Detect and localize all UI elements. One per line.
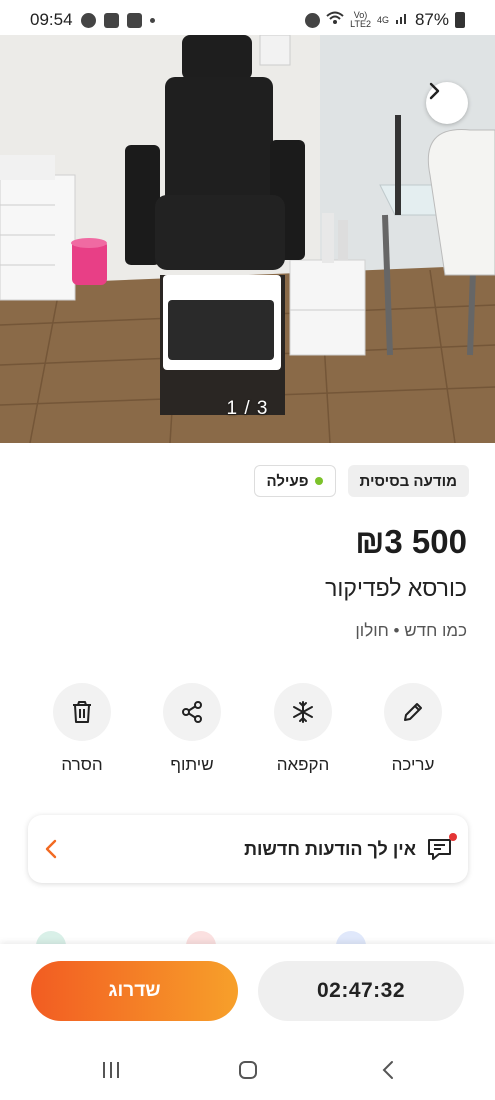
back-icon [382,1061,393,1079]
recent-apps-button[interactable] [100,1058,122,1082]
home-button[interactable] [237,1058,259,1082]
more-notifications-icon [149,17,155,23]
listing-meta: כמו חדש • חולון [355,621,467,640]
chat-icon [426,833,457,862]
wifi-icon [326,10,344,30]
recent-apps-icon [103,1062,119,1078]
messages-card-text: אין לך הודעות חדשות [244,838,416,859]
active-status-dot [314,477,323,485]
edit-button[interactable]: עריכה [373,683,453,775]
network-type: 4G [376,14,389,25]
messages-card[interactable]: אין לך הודעות חדשות [28,815,468,883]
system-navigation-bar [0,1038,495,1100]
share-icon [182,701,202,723]
status-badge: פעילה [253,465,336,497]
battery-icon [455,12,465,28]
listing-title: כורסא לפדיקור [325,575,467,601]
status-bar: 09:54 Vo) LTE2 4G 87% [0,0,495,40]
freeze-button-label: הקפאה [276,755,330,774]
home-icon [239,1061,257,1079]
listing-badges: מודעה בסיסית פעילה [253,465,469,497]
bottom-action-bar: שדרוג 02:47:32 [0,944,495,1038]
upgrade-button[interactable]: שדרוג [31,961,238,1021]
next-section-peek [0,925,495,945]
trash-icon [73,701,91,723]
notification-app-icon [126,12,142,28]
delete-button-label: הסרה [61,755,103,774]
gallery-next-button[interactable] [426,82,468,124]
freeze-button[interactable]: הקפאה [263,683,343,775]
unread-dot [449,833,457,841]
freeze-button-circle[interactable] [274,683,332,741]
status-badge-label: פעילה [266,472,309,490]
edit-button-circle[interactable] [384,683,442,741]
countdown-timer: 02:47:32 [258,961,464,1021]
status-time: 09:54 [30,10,73,29]
back-button[interactable] [378,1058,398,1082]
signal-icon [395,10,409,30]
share-button-label: שיתוף [170,755,214,774]
image-gallery[interactable]: 1 / 3 [0,35,495,443]
delete-button-circle[interactable] [53,683,111,741]
listing-price: ₪3 500 [355,523,467,560]
snowflake-icon [293,701,313,723]
volte-indicator: Vo) LTE2 [350,10,371,29]
share-button[interactable]: שיתוף [152,683,232,775]
listing-actions: עריכה הקפאה שיתוף הסרה [0,683,495,783]
alarm-icon [305,12,321,28]
listing-photo [0,35,495,443]
whatsapp-icon [80,12,96,28]
basic-listing-badge: מודעה בסיסית [347,465,469,497]
battery-level: 87% [414,10,449,29]
chevron-right-icon [429,82,440,100]
pencil-icon [404,703,422,721]
share-button-circle[interactable] [163,683,221,741]
delete-button[interactable]: הסרה [42,683,122,775]
gallery-counter: 1 / 3 [226,398,269,419]
chevron-left-icon [45,839,57,859]
edit-button-label: עריכה [391,755,435,774]
youtube-icon [103,12,119,28]
